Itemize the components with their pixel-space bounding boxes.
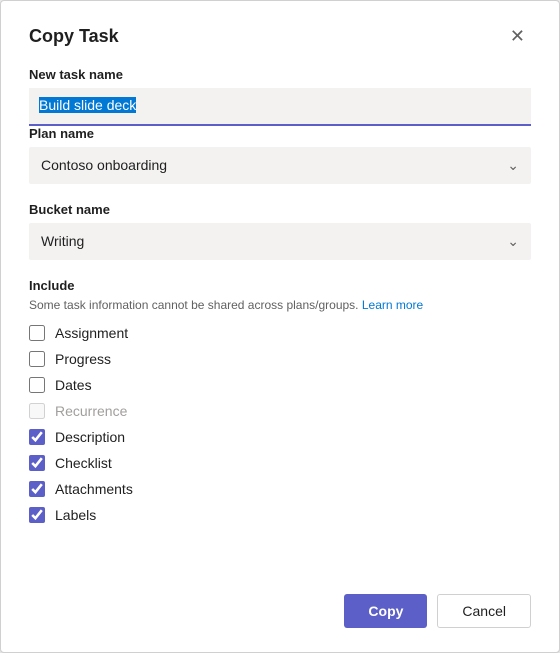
close-button[interactable]: ✕ [504,25,531,47]
checkbox-label-description: Description [55,429,125,445]
checkbox-dates[interactable] [29,377,45,393]
plan-name-dropdown[interactable]: Contoso onboarding ⌄ [29,147,531,184]
checkbox-item-checklist[interactable]: Checklist [29,455,531,471]
checkbox-label-attachments: Attachments [55,481,133,497]
dialog-title: Copy Task [29,26,119,47]
copy-task-dialog: Copy Task ✕ New task name Build slide de… [0,0,560,653]
checkbox-item-progress[interactable]: Progress [29,351,531,367]
copy-button[interactable]: Copy [344,594,427,628]
task-name-input-display: Build slide deck [29,88,531,126]
bucket-name-label: Bucket name [29,202,531,217]
bucket-name-value: Writing [41,233,84,249]
checkbox-label-progress: Progress [55,351,111,367]
task-name-field: New task name Build slide deck [29,67,531,126]
include-info-text: Some task information cannot be shared a… [29,297,531,314]
plan-name-field: Plan name Contoso onboarding ⌄ [29,126,531,202]
include-section: Include Some task information cannot be … [29,278,531,326]
checkbox-item-dates[interactable]: Dates [29,377,531,393]
checkbox-assignment[interactable] [29,325,45,341]
checkbox-label-dates: Dates [55,377,92,393]
checkbox-description[interactable] [29,429,45,445]
task-name-selected-text[interactable]: Build slide deck [39,97,136,113]
dialog-header: Copy Task ✕ [29,25,531,47]
dialog-footer: Copy Cancel [29,578,531,628]
plan-name-value: Contoso onboarding [41,157,167,173]
bucket-name-dropdown[interactable]: Writing ⌄ [29,223,531,260]
checkbox-item-assignment[interactable]: Assignment [29,325,531,341]
checkbox-label-checklist: Checklist [55,455,112,471]
chevron-down-icon-bucket: ⌄ [507,233,519,250]
include-section-label: Include [29,278,531,293]
checkbox-label-labels: Labels [55,507,96,523]
checkbox-progress[interactable] [29,351,45,367]
checkbox-item-labels[interactable]: Labels [29,507,531,523]
chevron-down-icon: ⌄ [507,157,519,174]
checkbox-recurrence [29,403,45,419]
checkbox-item-attachments[interactable]: Attachments [29,481,531,497]
task-name-label: New task name [29,67,531,82]
plan-name-label: Plan name [29,126,531,141]
checkbox-label-recurrence: Recurrence [55,403,127,419]
cancel-button[interactable]: Cancel [437,594,531,628]
checkbox-checklist[interactable] [29,455,45,471]
checkbox-list: Assignment Progress Dates Recurrence Descrip… [29,325,531,554]
checkbox-item-description[interactable]: Description [29,429,531,445]
checkbox-attachments[interactable] [29,481,45,497]
checkbox-label-assignment: Assignment [55,325,128,341]
bucket-name-field: Bucket name Writing ⌄ [29,202,531,278]
checkbox-item-recurrence: Recurrence [29,403,531,419]
learn-more-link[interactable]: Learn more [362,298,423,312]
checkbox-labels[interactable] [29,507,45,523]
